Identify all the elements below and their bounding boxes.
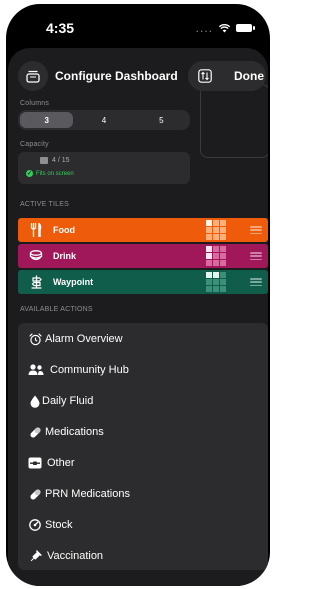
tile-size-preview — [206, 246, 226, 266]
capacity-status-text: Fits on screen — [36, 170, 74, 177]
action-label: Alarm Overview — [45, 333, 123, 345]
action-alarm-overview[interactable]: Alarm Overview — [18, 324, 268, 354]
action-medications[interactable]: Medications — [18, 417, 268, 447]
columns-segmented-control: 3 4 5 — [18, 110, 190, 130]
phone-frame: 4:35 .... Configure Dashboard Done Colum… — [6, 4, 270, 586]
swap-icon[interactable] — [198, 69, 212, 83]
status-time: 4:35 — [46, 20, 75, 36]
columns-label: Columns — [20, 100, 50, 107]
alarm-clock-icon — [28, 332, 42, 346]
tile-size-preview — [206, 220, 226, 240]
tile-label: Food — [53, 225, 75, 235]
tray-stack-icon — [26, 70, 40, 83]
tile-size-preview — [206, 272, 226, 292]
active-tile-waypoint[interactable]: Waypoint — [18, 270, 268, 294]
available-actions-list: Alarm Overview Community Hub Daily Fluid… — [18, 323, 268, 570]
active-tiles-label: ACTIVE TILES — [20, 201, 69, 208]
action-community-hub[interactable]: Community Hub — [18, 355, 268, 385]
action-other[interactable]: Other — [18, 448, 268, 478]
capacity-value: 4 / 15 — [52, 157, 70, 164]
drag-handle-icon[interactable] — [250, 278, 262, 286]
wifi-icon — [219, 23, 230, 32]
action-prn-medications[interactable]: PRN Medications — [18, 479, 268, 509]
page-title: Configure Dashboard — [55, 69, 178, 83]
action-label: Vaccination — [47, 550, 104, 562]
action-label: Other — [47, 457, 75, 469]
signal-icon: .... — [195, 21, 213, 35]
action-label: Daily Fluid — [42, 395, 94, 407]
drag-handle-icon[interactable] — [250, 226, 262, 234]
done-button[interactable]: Done — [234, 69, 264, 83]
cup-icon — [28, 248, 44, 264]
tray-icon — [28, 456, 42, 470]
action-daily-fluid[interactable]: Daily Fluid — [18, 386, 268, 416]
available-actions-label: AVAILABLE ACTIONS — [20, 306, 93, 313]
action-label: PRN Medications — [45, 488, 130, 500]
sheet-header: Configure Dashboard Done — [8, 56, 268, 96]
tile-label: Waypoint — [53, 277, 94, 287]
status-icons: .... — [195, 21, 255, 35]
capacity-indicator: 4 / 15 ✓ Fits on screen — [18, 152, 190, 184]
gauge-icon — [28, 518, 42, 532]
action-vaccination[interactable]: Vaccination — [18, 541, 268, 571]
active-tile-drink[interactable]: Drink — [18, 244, 268, 268]
pill-icon — [28, 425, 42, 439]
columns-option-5[interactable]: 5 — [135, 112, 188, 128]
drag-handle-icon[interactable] — [250, 252, 262, 260]
action-label: Stock — [45, 519, 73, 531]
grid-icon — [40, 157, 48, 164]
status-bar: 4:35 .... — [6, 4, 270, 46]
header-actions: Done — [188, 61, 266, 91]
action-label: Medications — [45, 426, 104, 438]
fork-knife-icon — [28, 222, 44, 238]
action-label: Community Hub — [50, 364, 129, 376]
tile-label: Drink — [53, 251, 77, 261]
signpost-icon — [28, 274, 44, 290]
active-tile-food[interactable]: Food — [18, 218, 268, 242]
battery-icon — [236, 24, 255, 32]
configure-dashboard-sheet: Configure Dashboard Done Columns 3 4 5 C… — [8, 48, 268, 586]
action-stock[interactable]: Stock — [18, 510, 268, 540]
capacity-status: ✓ Fits on screen — [26, 170, 74, 177]
people-icon — [28, 363, 44, 377]
columns-option-3[interactable]: 3 — [20, 112, 74, 128]
drop-icon — [28, 394, 42, 408]
pill-icon — [28, 487, 42, 501]
capacity-count: 4 / 15 — [40, 157, 70, 164]
checkmark-icon: ✓ — [26, 170, 33, 177]
columns-option-4[interactable]: 4 — [77, 112, 130, 128]
syringe-icon — [28, 549, 42, 563]
dashboard-icon-button[interactable] — [18, 61, 48, 91]
capacity-label: Capacity — [20, 141, 49, 148]
